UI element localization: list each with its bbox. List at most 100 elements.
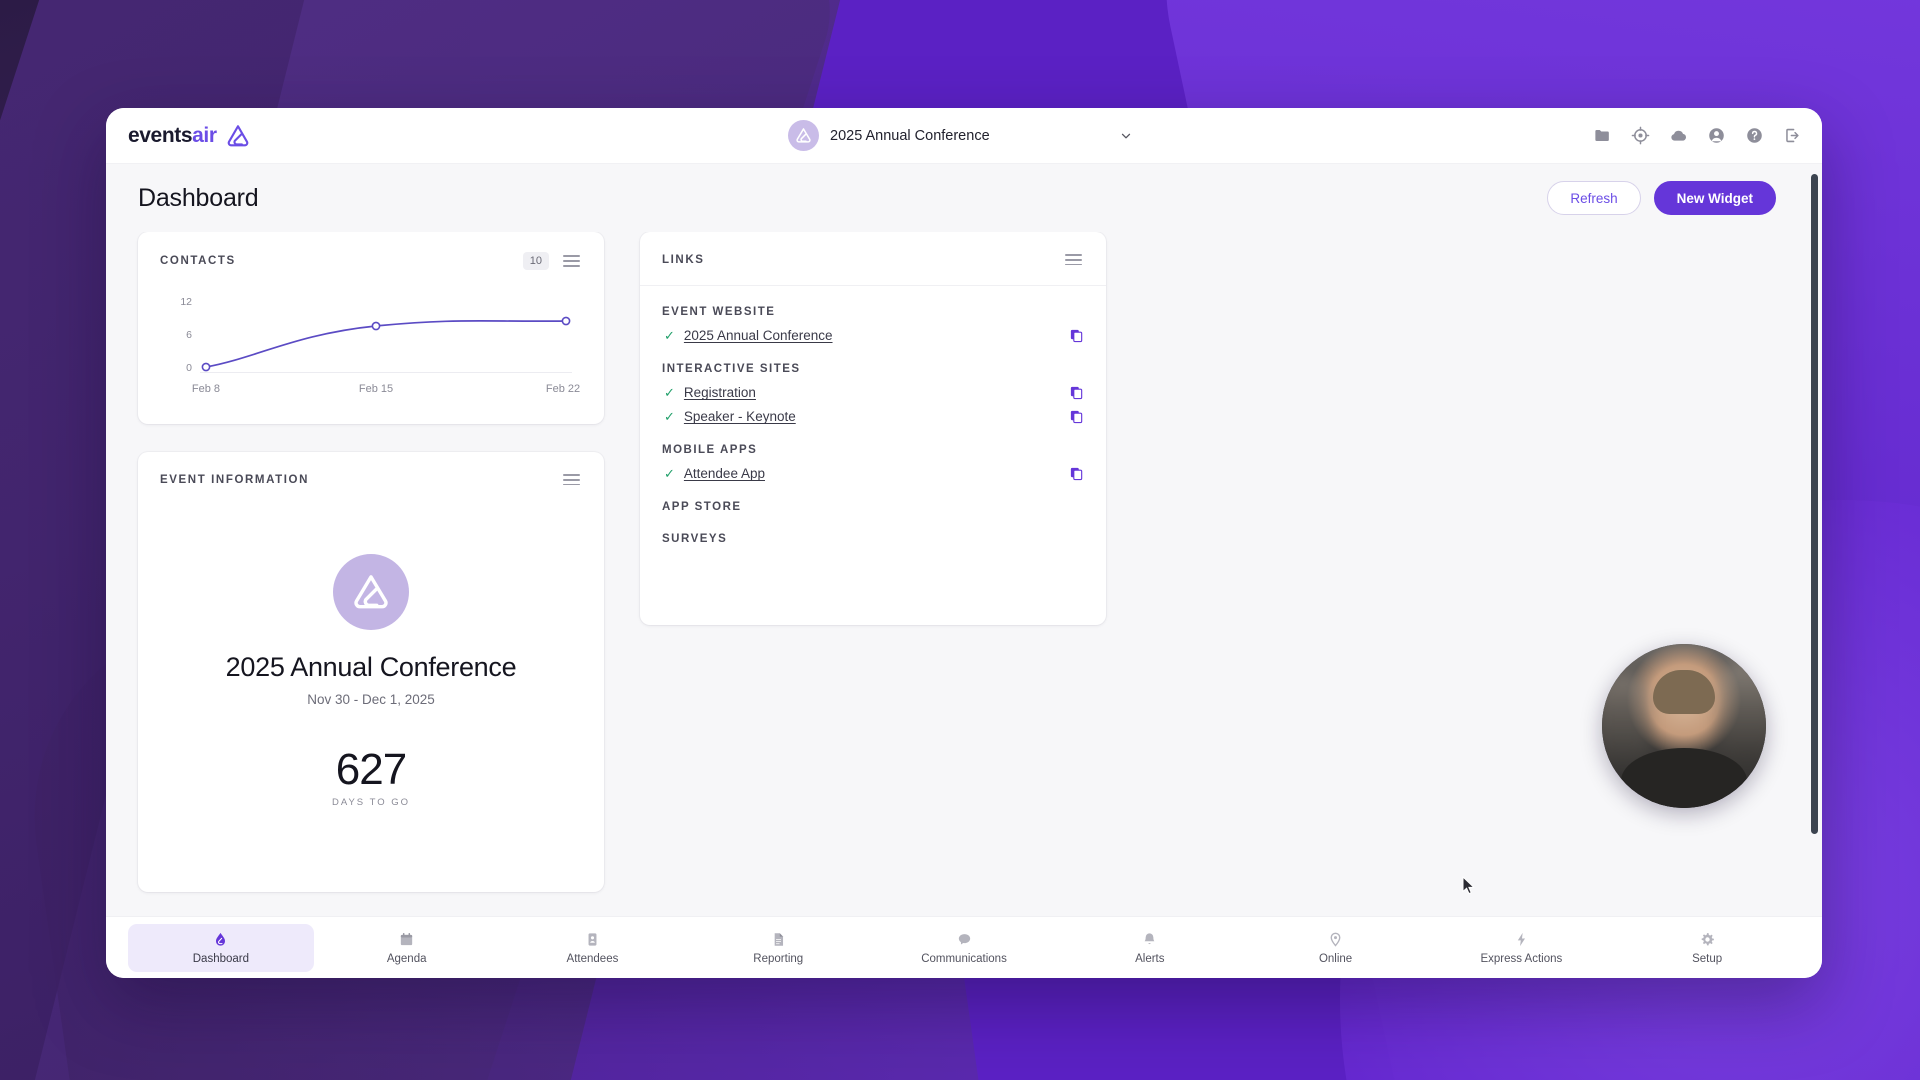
widget-grid: CONTACTS 10 12 6 0 Feb 8 Feb 15 Feb 22 E… [106,232,1822,916]
event-selector-dropdown[interactable]: 2025 Annual Conference [784,116,1144,155]
chart-point-feb-22 [561,316,571,326]
nav-label: Alerts [1135,952,1165,965]
link-label[interactable]: Speaker - Keynote [684,409,796,424]
nav-item-express-actions[interactable]: Express Actions [1428,924,1614,972]
check-icon: ✓ [664,385,675,401]
copy-icon[interactable] [1069,409,1084,424]
links-list: EVENT WEBSITE ✓ 2025 Annual Conference I… [640,286,1106,545]
contacts-count-badge: 10 [522,252,549,270]
account-circle-icon[interactable] [1707,126,1726,145]
eventsair-logo-icon [796,128,811,143]
desktop-background: eventsair 2025 Annual Conference Dashboa… [0,0,1920,1080]
nav-item-communications[interactable]: Communications [871,924,1057,972]
mouse-cursor [1462,876,1475,895]
link-group-surveys: SURVEYS [662,533,1084,545]
chart-xtick-1: Feb 15 [359,383,393,395]
nav-label: Communications [921,952,1007,965]
event-name-heading: 2025 Annual Conference [225,651,517,682]
links-widget-header: LINKS [640,232,1106,271]
link-group-title: APP STORE [662,501,742,514]
logo-text-air: air [192,123,217,147]
nav-item-dashboard[interactable]: Dashboard [128,923,314,972]
nav-label: Attendees [566,952,619,965]
badge-icon [588,932,597,946]
contacts-widget-title: CONTACTS [160,255,236,267]
link-group-title: EVENT WEBSITE [662,306,776,319]
nav-item-agenda[interactable]: Agenda [314,924,500,972]
page-header: Dashboard Refresh New Widget [106,164,1822,232]
eventsair-logo-icon [354,574,388,609]
copy-icon[interactable] [1069,466,1084,481]
app-logo[interactable]: eventsair [128,123,251,149]
list-item[interactable]: ✓ Registration [662,385,1084,400]
top-bar: eventsair 2025 Annual Conference [106,108,1822,164]
calendar-icon [401,932,413,945]
refresh-button[interactable]: Refresh [1547,181,1641,215]
link-group-title: MOBILE APPS [662,444,758,457]
page-title: Dashboard [138,183,259,212]
bottom-navigation-bar: Dashboard Agenda Attendees Reporting Com… [106,916,1822,978]
copy-icon[interactable] [1069,385,1084,400]
check-icon: ✓ [664,328,675,344]
hamburger-menu-icon[interactable] [1063,252,1084,267]
page-scrollbar[interactable] [1811,174,1818,834]
folder-icon[interactable] [1593,126,1612,145]
event-information-widget: EVENT INFORMATION 2025 Annual Conference… [138,452,604,892]
nav-item-reporting[interactable]: Reporting [685,924,871,972]
nav-item-alerts[interactable]: Alerts [1057,924,1243,972]
scrollbar-thumb[interactable] [1811,174,1818,834]
widget-column-right: LINKS EVENT WEBSITE ✓ 2025 Annual Confer… [640,232,1106,625]
chart-point-feb-15 [371,321,381,331]
days-to-go-count: 627 [335,744,407,794]
lightning-bolt-icon [1517,932,1525,946]
list-item[interactable]: ✓ 2025 Annual Conference [662,328,1084,343]
help-circle-icon[interactable] [1745,126,1764,145]
link-label[interactable]: Registration [684,385,756,400]
link-label[interactable]: 2025 Annual Conference [684,328,833,343]
event-selector-label: 2025 Annual Conference [830,127,990,144]
copy-icon[interactable] [1069,328,1084,343]
target-icon[interactable] [1631,126,1650,145]
logout-icon[interactable] [1783,126,1802,145]
event-avatar [788,120,819,151]
link-label[interactable]: Attendee App [684,466,765,481]
dashboard-icon [216,932,226,946]
hamburger-menu-icon[interactable] [561,472,582,487]
chart-xtick-2: Feb 22 [546,383,580,395]
chart-xtick-0: Feb 8 [192,383,220,395]
application-window: eventsair 2025 Annual Conference Dashboa… [106,108,1822,978]
link-group-interactive-sites: INTERACTIVE SITES ✓ Registration ✓ Speak… [662,363,1084,424]
chevron-down-icon [1121,133,1131,138]
gear-icon [1701,932,1714,945]
page-content: Dashboard Refresh New Widget CONTACTS 10 [106,164,1822,916]
nav-label: Setup [1692,952,1723,965]
nav-item-setup[interactable]: Setup [1614,924,1800,972]
nav-label: Dashboard [192,952,250,965]
event-information-header-actions [561,472,582,487]
links-widget: LINKS EVENT WEBSITE ✓ 2025 Annual Confer… [640,232,1106,625]
event-logo-badge [333,553,409,630]
widget-column-left: CONTACTS 10 12 6 0 Feb 8 Feb 15 Feb 22 E… [138,232,604,892]
event-dates: Nov 30 - Dec 1, 2025 [307,691,435,707]
list-item[interactable]: ✓ Attendee App [662,466,1084,481]
eventsair-logo-icon [227,124,248,146]
bell-icon [1144,932,1155,944]
new-widget-button[interactable]: New Widget [1653,181,1776,215]
chart-ytick-12: 12 [180,296,192,308]
contacts-widget-header-actions: 10 [522,252,582,270]
chart-ytick-6: 6 [186,329,192,341]
hamburger-menu-icon[interactable] [561,253,582,268]
topbar-icon-group [1593,126,1802,145]
cloud-icon[interactable] [1669,126,1688,145]
link-group-title: INTERACTIVE SITES [662,363,801,376]
nav-item-attendees[interactable]: Attendees [500,924,686,972]
links-widget-header-actions [1063,252,1084,267]
event-information-header: EVENT INFORMATION [138,452,604,491]
webcam-video-bubble[interactable] [1602,644,1766,808]
link-group-app-store: APP STORE [662,501,1084,513]
contacts-chart-svg: 12 6 0 Feb 8 Feb 15 Feb 22 [180,296,580,395]
list-item[interactable]: ✓ Speaker - Keynote [662,409,1084,424]
nav-label: Online [1318,952,1353,965]
logo-text-events: events [128,123,193,147]
nav-item-online[interactable]: Online [1243,924,1429,972]
